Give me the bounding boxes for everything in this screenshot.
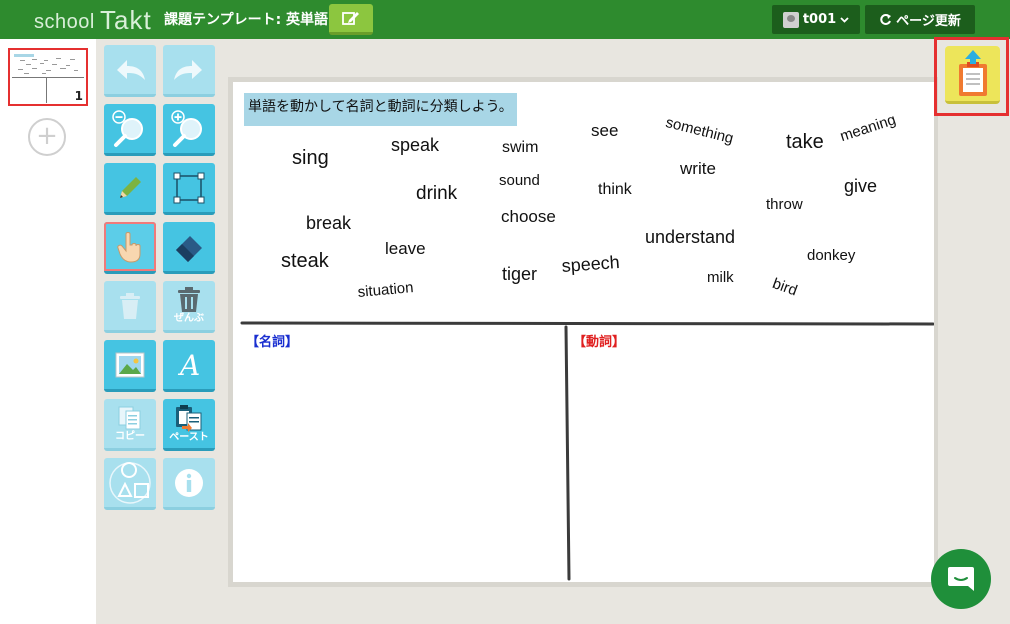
app-header: school Takt 課題テンプレート: 英単語 t001 ページ更新 [0,0,1010,39]
trash-all-icon [178,287,200,312]
thumbnail-preview [14,54,78,74]
select-area-button[interactable] [163,163,215,215]
thumbnail-divider [12,77,84,78]
word-card[interactable]: see [591,121,618,141]
word-card[interactable]: choose [501,207,556,227]
noun-section-label[interactable]: 【名詞】 [246,331,298,350]
delete-button[interactable] [104,281,156,333]
page-refresh-button[interactable]: ページ更新 [865,5,975,34]
zoom-in-icon [171,109,202,147]
copy-label: コピー [115,431,145,442]
text-icon: A [177,349,200,381]
submit-button[interactable] [934,37,1009,116]
zoom-out-icon [112,109,143,147]
chat-support-button[interactable] [931,549,991,609]
paste-button[interactable]: ペースト [163,399,215,451]
svg-text:A: A [177,349,200,381]
page-number: 1 [74,89,83,103]
insert-image-button[interactable] [104,340,156,392]
refresh-icon [880,14,892,25]
shapes-button[interactable] [104,458,156,510]
instruction-text[interactable]: 単語を動かして名詞と動詞に分類しよう。 [244,93,517,126]
eraser-button[interactable] [163,222,215,274]
pencil-icon [120,176,141,198]
undo-button[interactable] [104,45,156,97]
logo-takt-text: Takt [100,5,152,35]
user-name: t001 [802,12,837,27]
copy-button[interactable]: コピー [104,399,156,451]
chat-icon [948,567,974,591]
refresh-label: ページ更新 [896,14,961,29]
submit-button-face [945,46,1000,104]
word-card[interactable]: understand [645,227,735,248]
delete-all-label: ぜんぶ [174,313,204,324]
word-card[interactable]: swim [502,139,538,157]
word-card[interactable]: donkey [807,247,855,264]
word-card[interactable]: break [306,213,351,234]
task-title: 課題テンプレート: 英単語 [164,12,329,28]
word-card[interactable]: think [598,181,632,199]
delete-all-button[interactable]: ぜんぶ [163,281,215,333]
image-icon [115,352,145,377]
word-card[interactable]: speak [391,135,439,156]
undo-icon [117,59,145,80]
word-card[interactable]: sing [292,147,329,170]
word-card[interactable]: sound [499,172,540,189]
word-card[interactable]: drink [416,183,457,205]
word-card[interactable]: give [844,176,877,197]
hand-pointer-icon [117,231,141,263]
word-card[interactable]: speech [561,252,620,277]
word-card[interactable]: take [786,131,824,154]
zoom-in-button[interactable] [163,104,215,156]
verb-section-label[interactable]: 【動詞】 [573,331,625,350]
user-menu-button[interactable]: t001 [772,5,860,34]
paste-label: ペースト [169,432,209,443]
thumbnail-divider-vertical [46,77,47,103]
eraser-icon [176,235,202,262]
word-card[interactable]: write [680,159,716,179]
zoom-out-button[interactable] [104,104,156,156]
info-button[interactable] [163,458,215,510]
submit-clipboard-icon [958,49,987,96]
trash-icon [120,292,140,319]
info-icon [175,468,203,497]
page-list-sidebar: 1 + [0,39,96,624]
edit-icon [342,12,359,25]
pen-button[interactable] [104,163,156,215]
shapes-icon [109,461,151,504]
word-card[interactable]: tiger [502,264,537,285]
redo-button[interactable] [163,45,215,97]
paste-icon [176,405,202,432]
text-tool-button[interactable]: A [163,340,215,392]
edit-title-button[interactable] [329,4,373,35]
word-card[interactable]: throw [766,196,803,213]
add-page-button[interactable]: + [28,118,66,156]
hand-move-button[interactable] [104,222,156,274]
word-card[interactable]: milk [707,269,734,286]
word-card[interactable]: steak [281,250,329,273]
logo-school-text: school [34,11,95,33]
chevron-down-icon [840,16,849,23]
avatar-icon [782,11,799,28]
copy-icon [118,406,141,430]
selection-icon [173,172,205,203]
word-card[interactable]: leave [385,239,426,259]
redo-icon [174,59,202,80]
page-thumbnail[interactable]: 1 [8,48,88,106]
